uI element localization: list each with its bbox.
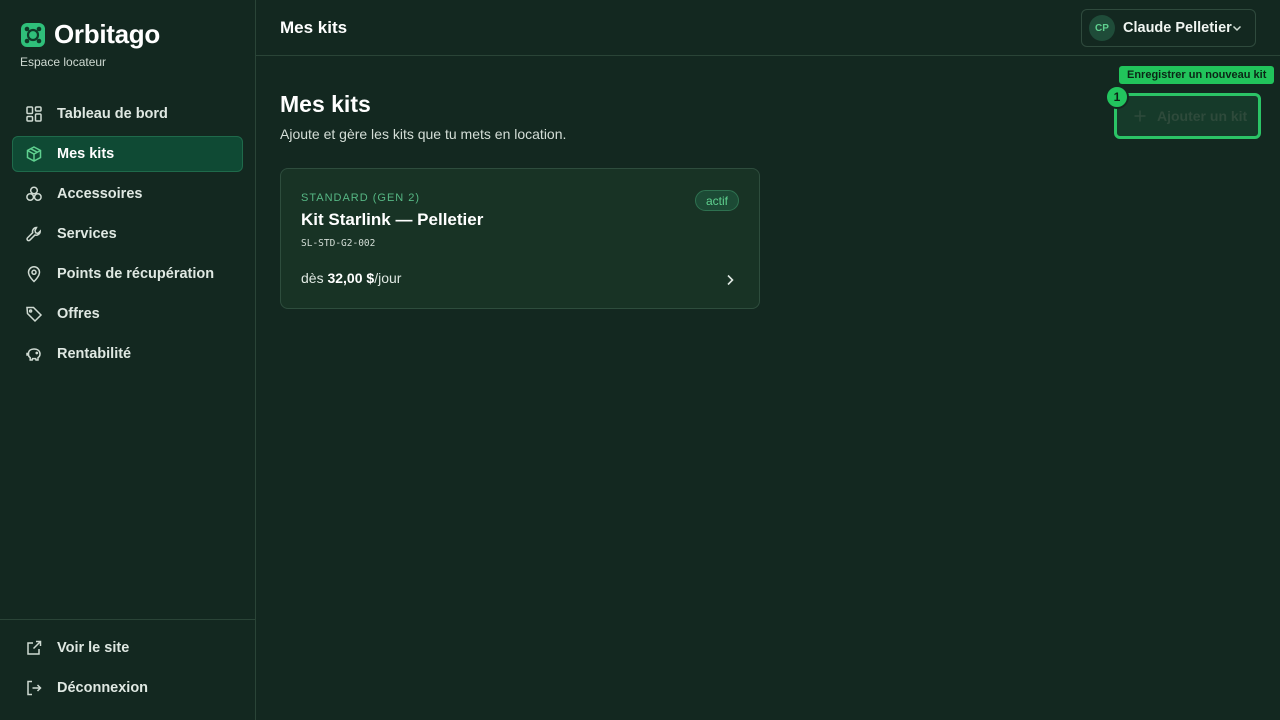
sidebar-item-accessoires[interactable]: Accessoires	[12, 176, 243, 212]
brand-subtitle: Espace locateur	[20, 55, 107, 69]
user-name: Claude Pelletier	[1123, 20, 1232, 36]
topbar-title: Mes kits	[280, 18, 348, 37]
sidebar-item-label: Points de récupération	[57, 266, 215, 282]
price-value: 32,00 $	[327, 270, 375, 286]
piggy-bank-icon	[26, 348, 41, 361]
tag-icon	[26, 306, 43, 323]
kit-card[interactable]: STANDARD (GEN 2) Kit Starlink — Pelletie…	[280, 168, 760, 309]
box-icon	[26, 146, 42, 162]
sidebar-item-label: Voir le site	[57, 640, 130, 656]
chevron-right-icon[interactable]	[723, 273, 737, 287]
wrench-icon	[26, 226, 41, 242]
brand[interactable]: Orbitago	[20, 19, 160, 50]
map-pin-icon	[27, 266, 41, 283]
price-suffix: /jour	[374, 270, 402, 286]
user-menu-button[interactable]: CP Claude Pelletier	[1081, 9, 1256, 47]
plus-icon	[1134, 110, 1146, 122]
page-subtitle: Ajoute et gère les kits que tu mets en l…	[280, 126, 567, 142]
sidebar: Orbitago Espace locateur Tableau de bord…	[0, 0, 256, 720]
accessories-icon	[26, 186, 42, 202]
sidebar-item-mes-kits[interactable]: Mes kits	[12, 136, 243, 172]
sidebar-item-label: Accessoires	[57, 186, 143, 202]
status-badge: actif	[694, 190, 739, 211]
sidebar-item-dashboard[interactable]: Tableau de bord	[12, 96, 243, 132]
sidebar-item-label: Rentabilité	[57, 346, 132, 362]
external-link-icon	[27, 640, 42, 655]
orbitago-logo-icon	[21, 22, 45, 47]
sidebar-item-label: Services	[57, 226, 117, 242]
sidebar-item-deconnexion[interactable]: Déconnexion	[12, 670, 243, 706]
page-title: Mes kits	[280, 91, 371, 117]
logout-icon	[27, 680, 42, 696]
sidebar-item-points-recuperation[interactable]: Points de récupération	[12, 256, 243, 292]
kit-category: STANDARD (GEN 2)	[301, 192, 421, 204]
sidebar-item-offres[interactable]: Offres	[12, 296, 243, 332]
add-kit-tooltip: Enregistrer un nouveau kit	[1119, 66, 1275, 84]
sidebar-item-label: Déconnexion	[57, 680, 149, 696]
sidebar-nav: Tableau de bord Mes kits Accessoires Ser…	[12, 96, 243, 376]
add-kit-label: Ajouter un kit	[1157, 108, 1248, 124]
kit-code: SL-STD-G2-002	[301, 238, 376, 249]
kit-title: Kit Starlink — Pelletier	[301, 210, 484, 229]
avatar: CP	[1089, 15, 1115, 41]
sidebar-bottom-nav: Voir le site Déconnexion	[12, 630, 243, 710]
brand-name: Orbitago	[54, 19, 160, 49]
topbar: Mes kits CP Claude Pelletier	[256, 0, 1280, 56]
dashboard-icon	[26, 106, 42, 122]
sidebar-item-label: Mes kits	[57, 146, 115, 162]
price-prefix: dès	[301, 270, 328, 286]
sidebar-divider	[0, 619, 255, 620]
chevron-down-icon	[1232, 25, 1242, 32]
step-badge: 1	[1105, 85, 1129, 109]
sidebar-item-label: Offres	[57, 306, 100, 322]
add-kit-button[interactable]: Ajouter un kit	[1114, 93, 1261, 139]
sidebar-item-services[interactable]: Services	[12, 216, 243, 252]
sidebar-item-label: Tableau de bord	[57, 106, 168, 122]
kit-price: dès 32,00 $/jour	[301, 270, 401, 286]
sidebar-item-voir-le-site[interactable]: Voir le site	[12, 630, 243, 666]
sidebar-item-rentabilite[interactable]: Rentabilité	[12, 336, 243, 372]
